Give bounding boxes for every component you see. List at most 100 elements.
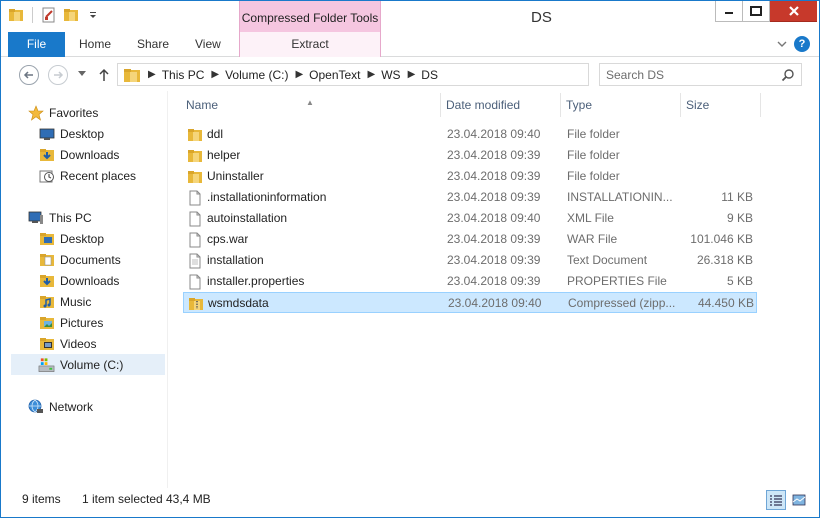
recent-locations-button[interactable] [77,69,87,79]
nav-favorites[interactable]: Favorites [27,102,98,123]
maximize-button[interactable] [743,1,770,22]
window-folder-icon[interactable] [7,6,25,24]
nav-pc-videos[interactable]: Videos [38,333,96,354]
expand-ribbon-button[interactable] [775,37,789,51]
file-date: 23.04.2018 09:40 [447,127,541,141]
nav-favorites-desktop[interactable]: Desktop [38,123,104,144]
address-bar[interactable]: ▶ This PC ▶ Volume (C:) ▶ OpenText ▶ WS ▶ DS [117,63,696,86]
tab-share[interactable]: Share [137,32,169,57]
forward-arrow-icon [54,71,64,79]
recent-places-icon [38,168,55,184]
file-size: 5 KB [726,274,753,288]
new-folder-icon[interactable] [62,6,80,24]
folder-icon [124,68,140,82]
file-row-installation[interactable]: installation 23.04.2018 09:39 Text Docum… [183,250,757,271]
minimize-button[interactable] [715,1,743,22]
file-row-uninstaller[interactable]: Uninstaller 23.04.2018 09:39 File folder [183,166,757,187]
status-selection: 1 item selected [82,492,163,506]
file-name: autoinstallation [207,211,288,225]
file-row-ddl[interactable]: ddl 23.04.2018 09:40 File folder [183,124,757,145]
close-button[interactable] [770,1,817,22]
status-bar: 9 items 1 item selected 43,4 MB [1,488,819,517]
file-type: XML File [567,211,614,225]
search-input[interactable] [606,67,776,83]
nav-favorites-recent-places[interactable]: Recent places [38,165,136,186]
column-header-name[interactable]: Name ▲ [181,93,441,117]
file-date: 23.04.2018 09:39 [447,274,541,288]
file-size: 11 KB [721,190,753,204]
breadcrumb-ws[interactable]: ▶ WS [361,68,401,82]
column-header-date-modified[interactable]: Date modified [441,93,561,117]
properties-icon[interactable] [40,6,58,24]
details-view-button[interactable] [766,490,786,510]
file-type: Compressed (zipp... [568,296,676,310]
file-size: 44.450 KB [697,296,754,310]
back-arrow-icon [23,71,33,79]
file-icon [187,187,203,208]
large-icons-view-icon [792,494,806,506]
file-row-installationinformation[interactable]: .installationinformation 23.04.2018 09:3… [183,187,757,208]
breadcrumb-ds[interactable]: ▶ DS [401,68,438,82]
minimize-icon [725,12,733,14]
file-name: wsmdsdata [208,296,269,310]
nav-pc-downloads[interactable]: Downloads [38,270,119,291]
customize-qat-icon[interactable] [84,6,102,24]
nav-network[interactable]: Network [27,396,93,417]
window-title: DS [531,9,552,26]
folder-icon [187,145,203,166]
desktop-folder-icon [38,231,55,247]
file-date: 23.04.2018 09:39 [447,169,541,183]
tab-view[interactable]: View [195,32,221,57]
help-button[interactable]: ? [794,36,810,52]
status-item-count: 9 items [22,492,61,506]
breadcrumb-volume-c[interactable]: ▶ Volume (C:) [204,68,288,82]
file-row-wsmdsdata[interactable]: wsmdsdata 23.04.2018 09:40 Compressed (z… [183,292,757,313]
file-icon [187,229,203,250]
breadcrumb-chevron-icon: ▶ [295,69,304,80]
file-row-helper[interactable]: helper 23.04.2018 09:39 File folder [183,145,757,166]
back-button[interactable] [19,65,39,85]
breadcrumb-this-pc[interactable]: ▶ This PC [141,68,204,82]
file-row-cps-war[interactable]: cps.war 23.04.2018 09:39 WAR File 101.04… [183,229,757,250]
sort-ascending-icon: ▲ [306,98,314,107]
downloads-folder-icon [38,273,55,289]
column-header-type[interactable]: Type [561,93,681,117]
forward-button[interactable] [48,65,68,85]
file-icon [187,271,203,292]
favorites-star-icon [27,104,44,121]
breadcrumb-chevron-icon: ▶ [211,69,220,80]
nav-pc-desktop[interactable]: Desktop [38,228,104,249]
nav-favorites-downloads[interactable]: Downloads [38,144,119,165]
breadcrumb-chevron-icon: ▶ [367,69,376,80]
column-header-size[interactable]: Size [681,93,761,117]
file-date: 23.04.2018 09:40 [447,211,541,225]
file-row-installer-properties[interactable]: installer.properties 23.04.2018 09:39 PR… [183,271,757,292]
tab-file[interactable]: File [8,32,65,57]
nav-pc-pictures[interactable]: Pictures [38,312,103,333]
up-arrow-icon [99,68,109,81]
nav-pc-documents[interactable]: Documents [38,249,121,270]
nav-this-pc[interactable]: This PC [27,207,92,228]
search-icon[interactable] [781,68,795,82]
pictures-folder-icon [38,315,55,331]
nav-pc-music[interactable]: Music [38,291,91,312]
file-size: 26.318 KB [696,253,753,267]
tab-extract[interactable]: Extract [239,32,381,57]
column-headers: Name ▲ Date modified Type Size [181,93,761,117]
breadcrumb-opentext[interactable]: ▶ OpenText [288,68,360,82]
file-size: 9 KB [726,211,753,225]
nav-pc-volume-c[interactable]: Volume (C:) [11,354,165,375]
file-name: Uninstaller [207,169,264,183]
network-icon [27,399,44,415]
file-size [683,124,753,145]
large-icons-view-button[interactable] [789,490,809,510]
up-button[interactable] [96,66,112,84]
file-type: File folder [567,127,620,141]
search-box[interactable] [599,63,802,86]
chevron-down-icon [78,71,86,76]
file-type: WAR File [567,232,618,246]
ribbon-tabs: File Home Share View Extract ? [1,32,819,57]
downloads-icon [38,147,55,163]
file-row-autoinstallation[interactable]: autoinstallation 23.04.2018 09:40 XML Fi… [183,208,757,229]
tab-home[interactable]: Home [79,32,111,57]
